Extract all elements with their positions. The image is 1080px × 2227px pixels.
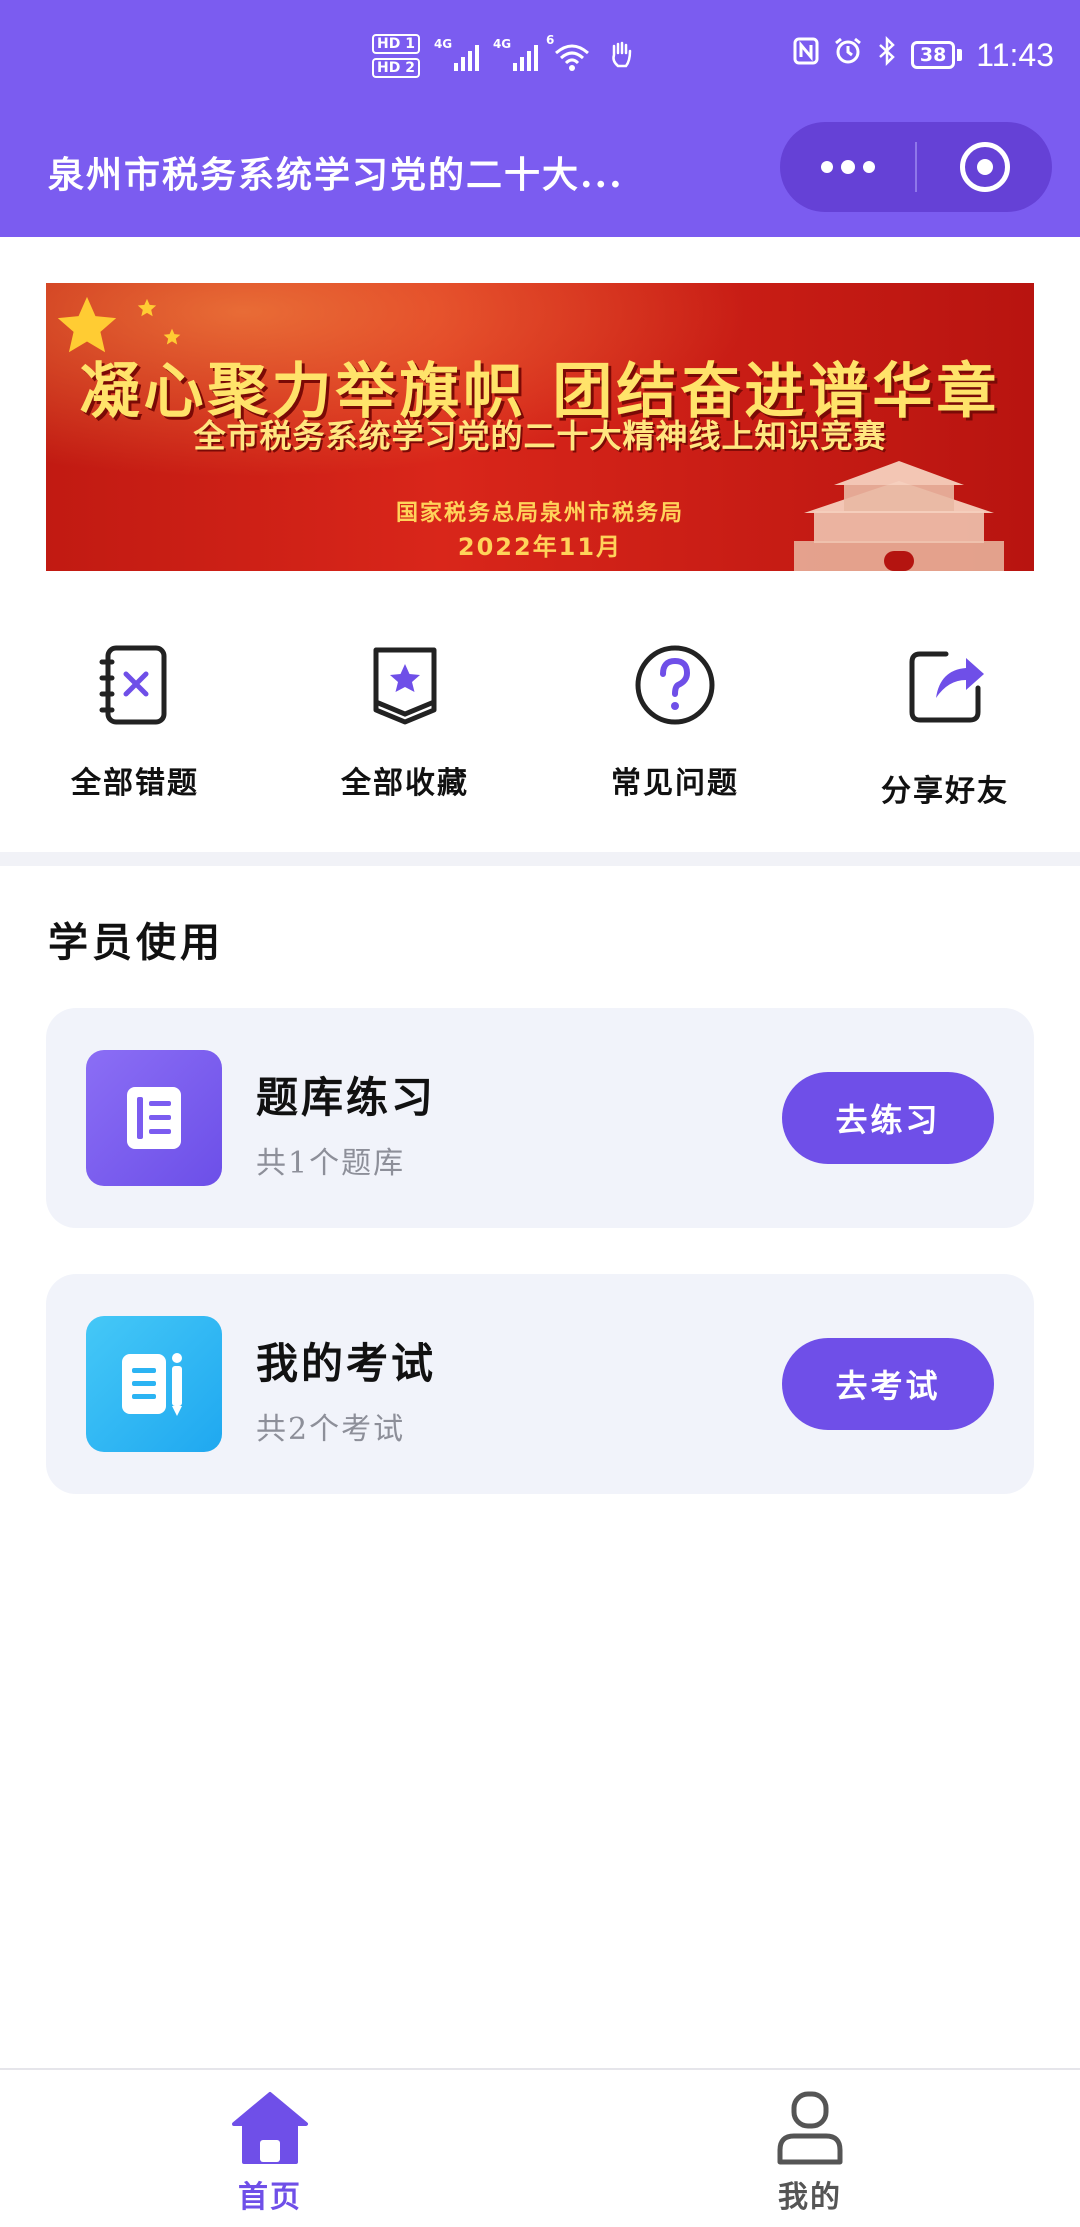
network-indicators: HD 1 HD 2 4G 4G 6 (372, 33, 636, 78)
tab-home[interactable]: 首页 (0, 2070, 540, 2227)
status-bar: HD 1 HD 2 4G 4G 6 38 11:43 (0, 0, 1080, 120)
clock: 11:43 (976, 36, 1054, 73)
go-practice-button[interactable]: 去练习 (782, 1072, 994, 1164)
banner-subtitle: 全市税务系统学习党的二十大精神线上知识竞赛 (193, 417, 887, 455)
question-bank-icon (127, 1087, 181, 1149)
exam-document-icon (122, 1353, 182, 1416)
close-button[interactable] (917, 122, 1052, 212)
signal-2-icon: 4G (493, 37, 538, 71)
contest-banner[interactable]: 凝心聚力举旗帜 团结奋进谱华章 全市税务系统学习党的二十大精神线上知识竞赛 国家… (46, 283, 1034, 571)
mini-program-capsule (780, 122, 1052, 212)
hd1-badge: HD 1 (372, 34, 420, 54)
card-title: 我的考试 (256, 1339, 437, 1388)
card-title: 题库练习 (256, 1073, 437, 1122)
quick-action-label: 全部收藏 (341, 766, 469, 801)
card-subtitle: 共1个题库 (256, 1146, 406, 1181)
signal-1-icon: 4G (434, 37, 479, 71)
quick-action-wrong-questions[interactable]: 全部错题 (0, 630, 270, 830)
quick-action-favorites[interactable]: 全部收藏 (270, 630, 540, 830)
quick-actions: 全部错题 全部收藏 常见问题 分享好友 (0, 630, 1080, 830)
target-circle-icon (959, 142, 1010, 192)
quick-action-faq[interactable]: 常见问题 (540, 630, 810, 830)
battery-icon: 38 (910, 41, 963, 69)
wifi-icon: 6 (546, 33, 592, 71)
hand-icon (606, 39, 636, 73)
question-circle-icon (635, 645, 715, 725)
quick-action-label: 分享好友 (881, 774, 1009, 809)
go-exam-button[interactable]: 去考试 (782, 1338, 994, 1430)
question-bank-card[interactable]: 题库练习 共1个题库 去练习 (46, 1008, 1034, 1228)
banner-date: 2022年11月 (457, 533, 623, 561)
user-icon (777, 2091, 843, 2165)
my-exams-card[interactable]: 我的考试 共2个考试 去考试 (46, 1274, 1034, 1494)
bluetooth-icon (877, 35, 897, 74)
wrong-questions-notebook-icon (99, 645, 167, 725)
section-title: 学员使用 (48, 919, 224, 966)
card-subtitle: 共2个考试 (256, 1412, 406, 1447)
alarm-icon (833, 36, 863, 74)
header: HD 1 HD 2 4G 4G 6 38 11:43 泉州市税务系统学习党的二十… (0, 0, 1080, 237)
hd-badges: HD 1 HD 2 (372, 34, 420, 78)
more-menu-button[interactable] (780, 122, 915, 212)
title-bar: 泉州市税务系统学习党的二十大... (0, 120, 1080, 237)
share-arrow-icon (909, 651, 984, 723)
quick-action-label: 常见问题 (611, 766, 739, 801)
quick-action-share[interactable]: 分享好友 (810, 630, 1080, 830)
banner-organization: 国家税务总局泉州市税务局 (395, 501, 684, 526)
tab-label: 我的 (778, 2180, 842, 2215)
star-icon (137, 298, 157, 317)
hd2-badge: HD 2 (372, 58, 420, 78)
system-indicators: 38 11:43 (793, 35, 1054, 74)
my-exams-tile (86, 1316, 222, 1452)
tab-mine[interactable]: 我的 (540, 2070, 1080, 2227)
tab-label: 首页 (238, 2180, 302, 2215)
bookmark-star-icon (373, 647, 437, 725)
home-icon (232, 2092, 308, 2164)
page-title: 泉州市税务系统学习党的二十大... (48, 154, 624, 196)
bottom-tab-bar: 首页 我的 (0, 2068, 1080, 2227)
quick-action-label: 全部错题 (71, 766, 199, 801)
nfc-icon (793, 37, 819, 73)
section-divider (0, 852, 1080, 866)
question-bank-tile (86, 1050, 222, 1186)
